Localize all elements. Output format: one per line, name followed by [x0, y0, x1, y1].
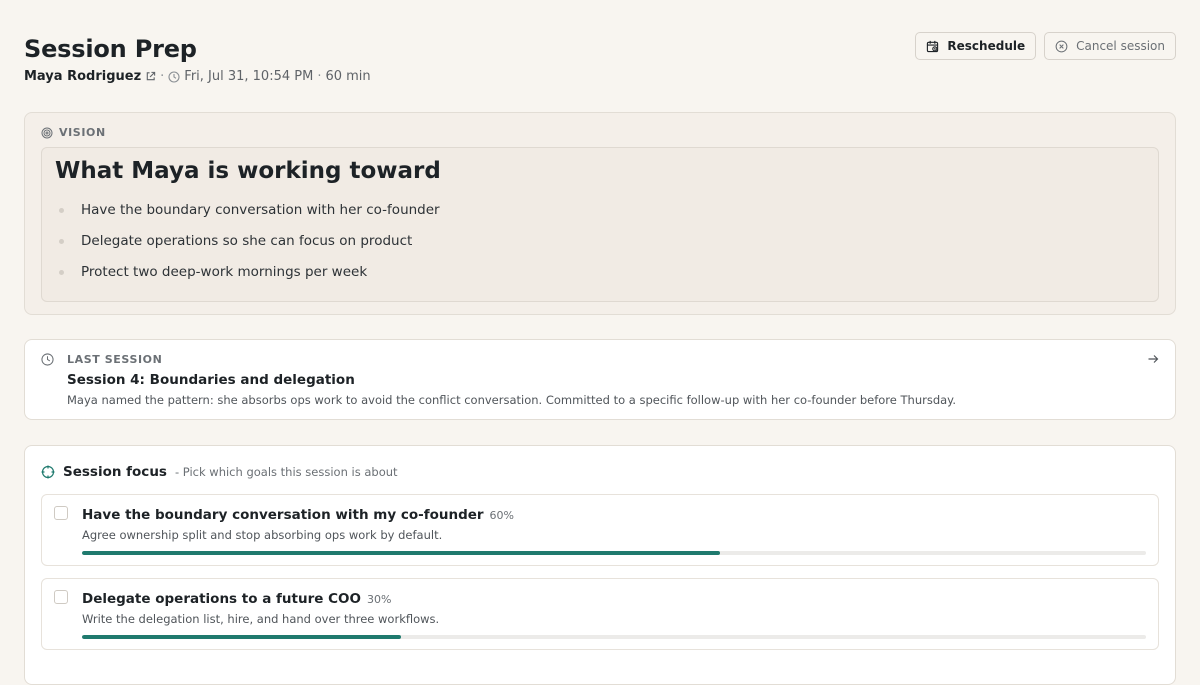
goal-title: Have the boundary conversation with my c…	[82, 507, 484, 523]
session-prep-page: Session Prep Maya Rodriguez · Fri, Jul 3…	[0, 0, 1200, 685]
target-icon	[41, 127, 53, 139]
vision-item: Protect two deep-work mornings per week	[55, 263, 440, 294]
goal-description: Agree ownership split and stop absorbing…	[82, 528, 443, 542]
goal-item[interactable]: Delegate operations to a future COO 30% W…	[41, 578, 1159, 650]
goal-progress-fill	[82, 635, 402, 639]
meta-separator: ·	[317, 69, 322, 84]
goal-progress-fill	[82, 551, 721, 555]
page-title: Session Prep	[24, 35, 197, 63]
session-focus-hint: - Pick which goals this session is about	[174, 465, 398, 479]
external-link-icon[interactable]	[145, 71, 156, 82]
goal-description: Write the delegation list, hire, and han…	[82, 612, 440, 626]
vision-section-label: VISION	[41, 126, 106, 139]
crosshair-icon	[41, 465, 55, 479]
session-focus-header: Session focus - Pick which goals this se…	[41, 464, 398, 480]
vision-content: What Maya is working toward Have the bou…	[41, 147, 1159, 302]
vision-list: Have the boundary conversation with her …	[55, 201, 440, 294]
vision-card: VISION What Maya is working toward Have …	[24, 112, 1176, 315]
last-session-summary: Maya named the pattern: she absorbs ops …	[67, 393, 956, 407]
bullet-dot	[59, 208, 64, 213]
last-session-title: Session 4: Boundaries and delegation	[67, 372, 355, 388]
last-session-label: LAST SESSION	[67, 353, 163, 366]
page-header: Session Prep Maya Rodriguez · Fri, Jul 3…	[24, 32, 1176, 92]
goal-checkbox[interactable]	[54, 590, 68, 604]
goal-title-row: Have the boundary conversation with my c…	[82, 507, 514, 523]
goal-checkbox[interactable]	[54, 506, 68, 520]
session-datetime: Fri, Jul 31, 10:54 PM	[184, 69, 314, 84]
reschedule-label: Reschedule	[947, 39, 1026, 53]
vision-item: Have the boundary conversation with her …	[55, 201, 440, 232]
vision-item-text: Have the boundary conversation with her …	[81, 202, 440, 218]
session-duration: 60 min	[325, 69, 371, 84]
vision-item: Delegate operations so she can focus on …	[55, 232, 440, 263]
goal-progress-bar	[82, 551, 1146, 555]
vision-item-text: Protect two deep-work mornings per week	[81, 264, 368, 280]
goal-title-row: Delegate operations to a future COO 30%	[82, 591, 391, 607]
clock-icon	[168, 70, 180, 83]
session-meta: Maya Rodriguez · Fri, Jul 31, 10:54 PM ·…	[24, 69, 371, 84]
header-actions: Reschedule Cancel session	[915, 32, 1176, 60]
vision-label-text: VISION	[59, 126, 106, 139]
client-name-link[interactable]: Maya Rodriguez	[24, 69, 141, 84]
calendar-icon	[926, 40, 939, 53]
goal-progress-bar	[82, 635, 1146, 639]
session-focus-card: Session focus - Pick which goals this se…	[24, 445, 1176, 685]
goal-title: Delegate operations to a future COO	[82, 591, 361, 607]
goal-item[interactable]: Have the boundary conversation with my c…	[41, 494, 1159, 566]
vision-heading: What Maya is working toward	[55, 158, 441, 184]
session-focus-title: Session focus	[63, 464, 167, 480]
goal-progress-label: 30%	[366, 593, 392, 606]
cancel-label: Cancel session	[1076, 39, 1165, 53]
history-icon	[41, 353, 54, 366]
meta-separator: ·	[160, 69, 165, 84]
bullet-dot	[59, 270, 64, 275]
reschedule-button[interactable]: Reschedule	[915, 32, 1037, 60]
bullet-dot	[59, 239, 64, 244]
cancel-circle-icon	[1055, 40, 1068, 53]
last-session-card[interactable]: LAST SESSION Session 4: Boundaries and d…	[24, 339, 1176, 420]
goal-progress-label: 60%	[489, 509, 514, 522]
arrow-right-icon[interactable]	[1147, 353, 1159, 365]
vision-item-text: Delegate operations so she can focus on …	[81, 233, 413, 249]
cancel-session-button[interactable]: Cancel session	[1044, 32, 1176, 60]
